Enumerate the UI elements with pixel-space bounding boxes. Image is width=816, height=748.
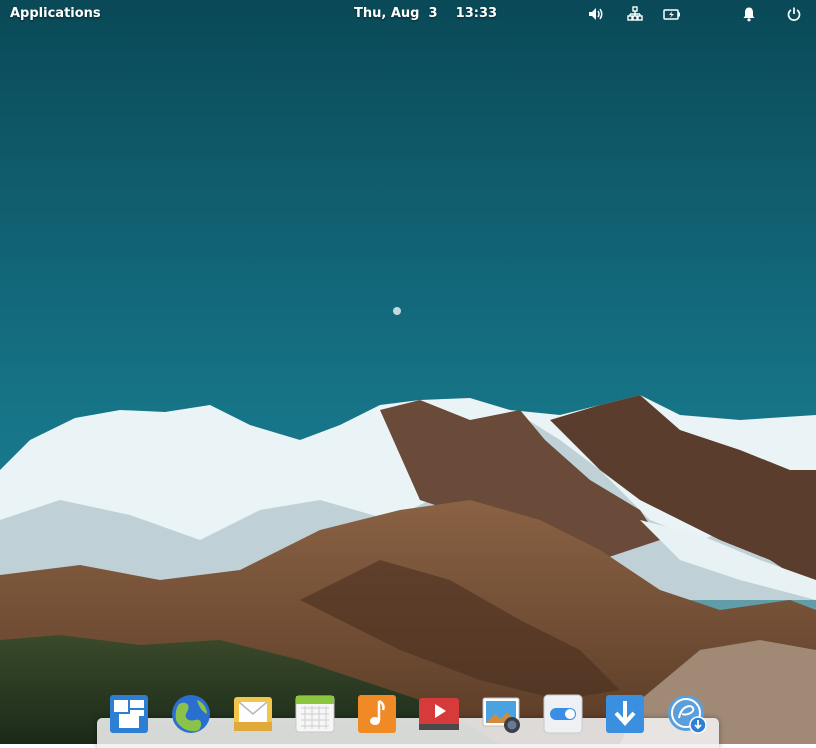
calendar-icon[interactable] [293,692,337,736]
multitasking-view-icon[interactable] [107,692,151,736]
battery-icon[interactable] [663,6,681,22]
photos-icon[interactable] [479,692,523,736]
volume-icon[interactable] [587,6,605,22]
network-icon[interactable] [627,6,645,22]
system-settings-icon[interactable] [541,692,585,736]
music-icon[interactable] [355,692,399,736]
power-icon[interactable] [786,6,804,22]
notifications-icon[interactable] [741,6,759,22]
desktop-wallpaper [0,0,816,744]
time-label: 13:33 [455,6,498,21]
applications-menu[interactable]: Applications [10,6,101,21]
installer-icon[interactable] [665,692,709,736]
videos-icon[interactable] [417,692,461,736]
top-panel: Applications Thu, Aug 3 13:33 [0,0,816,28]
mail-icon[interactable] [231,692,275,736]
appcenter-icon[interactable] [603,692,647,736]
date-label: Thu, Aug 3 [354,6,438,21]
datetime-indicator[interactable]: Thu, Aug 3 13:33 [354,6,497,21]
web-browser-icon[interactable] [169,692,213,736]
